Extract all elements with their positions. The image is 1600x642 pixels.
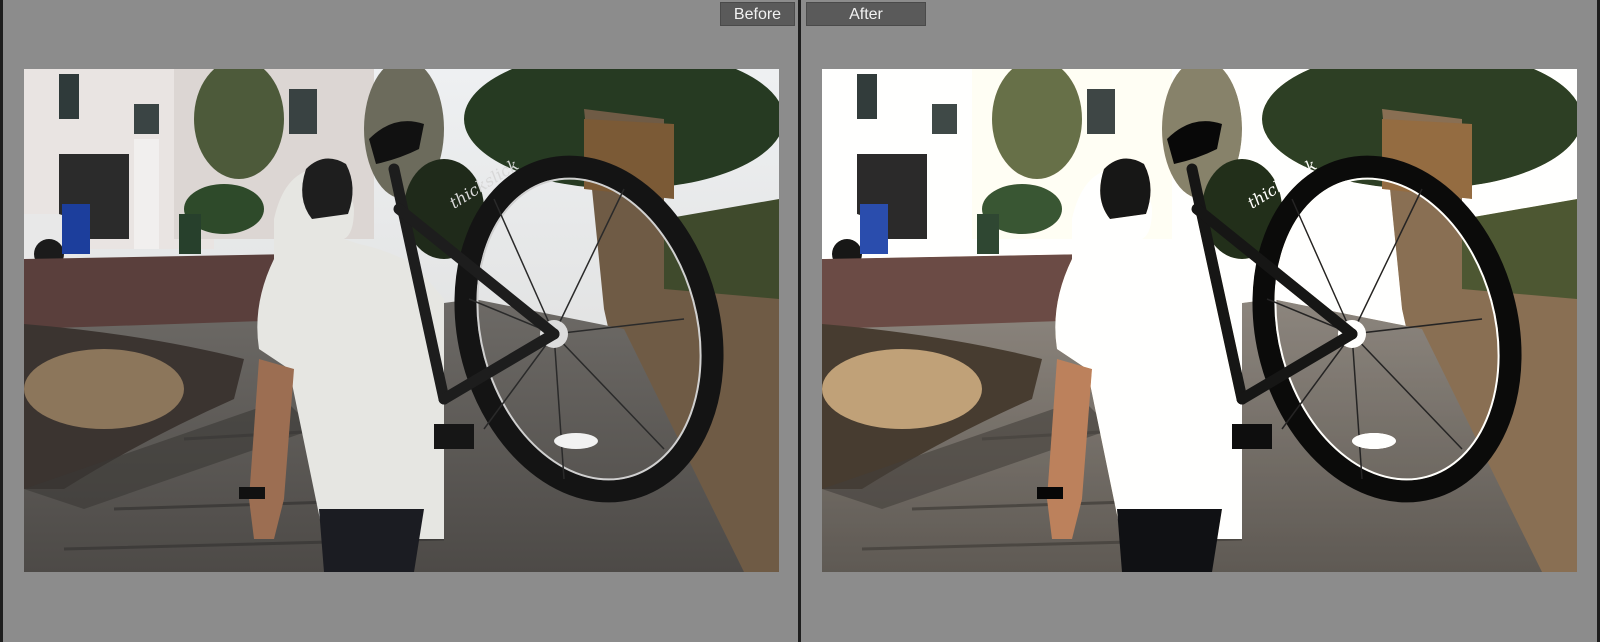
before-photo[interactable]: thickslick: [24, 69, 779, 572]
before-label-tab[interactable]: Before: [720, 2, 795, 26]
before-after-compare-view: Before After thickslick thickslick: [0, 0, 1600, 642]
pane-divider[interactable]: [798, 0, 801, 642]
after-photo[interactable]: thickslick: [822, 69, 1577, 572]
after-photo-illustration: thickslick: [822, 69, 1577, 572]
after-label-tab[interactable]: After: [806, 2, 926, 26]
before-photo-illustration: thickslick: [24, 69, 779, 572]
